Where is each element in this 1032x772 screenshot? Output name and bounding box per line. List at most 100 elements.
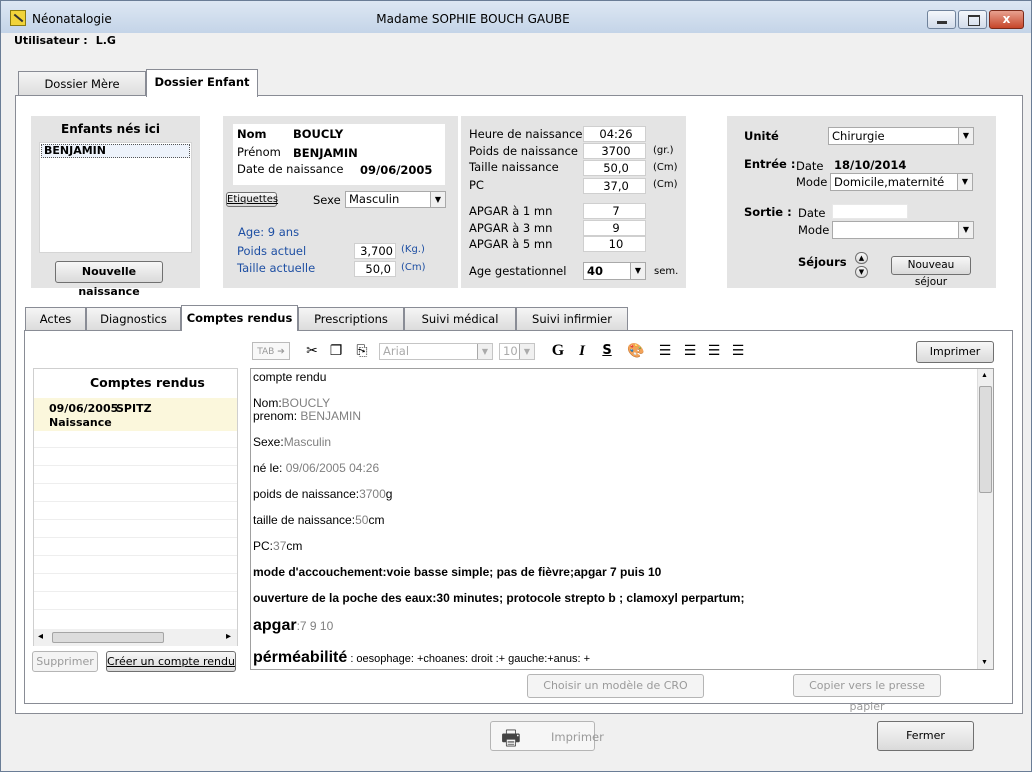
strike-button[interactable]: S [599,342,615,360]
entree-mode-value: Domicile,maternité [834,175,945,189]
entree-date-value: 18/10/2014 [834,158,907,172]
tab-dossier-enfant[interactable]: Dossier Enfant [146,69,258,97]
etiquettes-button[interactable]: Etiquettes [226,192,278,207]
sortie-mode-label: Mode [798,223,830,237]
report-editor[interactable]: compte rendu Nom:BOUCLY prenom: BENJAMIN… [250,368,994,670]
copy-clipboard-button[interactable]: Copier vers le presse papier [793,674,941,713]
tab-insert-button[interactable]: TAB ➔ [252,342,290,360]
align-justify-icon[interactable]: ☰ [729,342,747,360]
apgar5-field[interactable]: 10 [583,236,646,252]
tab-diagnostics[interactable]: Diagnostics [86,307,181,330]
choose-model-button[interactable]: Choisir un modèle de CRO [527,674,704,698]
scroll-down-icon: ▼ [981,659,988,666]
dob-label: Date de naissance [237,162,344,176]
new-birth-button[interactable]: Nouvelle naissance [55,261,163,298]
font-select[interactable]: Arial ▼ [379,343,493,360]
chevron-up-icon: ▲ [858,254,865,262]
apgar3-field[interactable]: 9 [583,220,646,236]
poids-naissance-label: Poids de naissance [469,144,578,158]
taille-naissance-field[interactable]: 50,0 [583,160,646,176]
editor-line-mode: mode d'accouchement:voie basse simple; p… [253,565,662,579]
new-stay-button[interactable]: Nouveau séjour [891,256,971,288]
delete-report-button[interactable]: Supprimer [32,651,98,672]
poids-actuel-field[interactable]: 3,700 [354,243,396,259]
sortie-date-field[interactable] [832,204,908,219]
heure-naissance-field[interactable]: 04:26 [583,126,646,142]
sexe-select[interactable]: Masculin ▼ [345,191,446,208]
editor-vscroll[interactable]: ▲ ▼ [977,369,993,669]
editor-line-pc: PC:37cm [253,539,303,553]
font-size-value: 10 [503,344,518,358]
align-right-icon[interactable]: ☰ [705,342,723,360]
paste-icon[interactable]: ⎘ [353,342,371,360]
report-date: 09/06/2005 [49,402,119,415]
chevron-down-icon: ▼ [858,268,865,276]
close-window-button[interactable]: x [989,10,1024,29]
stay-prev-button[interactable]: ▲ [855,252,868,264]
editor-line-apgar: apgar:7 9 10 [253,617,334,634]
sortie-date-label: Date [798,206,826,220]
user-label: Utilisateur : [14,34,88,47]
taille-actuelle-field[interactable]: 50,0 [354,261,396,277]
poids-naissance-field[interactable]: 3700 [583,143,646,159]
align-left-icon[interactable]: ☰ [656,342,674,360]
age-gest-label: Age gestationnel [469,264,567,278]
editor-line-ne: né le: 09/06/2005 04:26 [253,461,380,475]
sortie-mode-select[interactable]: ▼ [832,221,974,239]
scroll-left-icon: ◂ [38,631,44,642]
editor-line-taille: taille de naissance:50cm [253,513,385,527]
entree-date-label: Date [796,159,824,173]
scroll-thumb[interactable] [52,632,164,643]
copy-icon[interactable]: ❐ [327,342,345,360]
editor-line-poche: ouverture de la poche des eaux:30 minute… [253,591,745,605]
poids-naissance-unit: (gr.) [653,145,674,156]
editor-scroll-thumb[interactable] [979,386,992,493]
font-size-select[interactable]: 10 ▼ [499,343,535,360]
sortie-label: Sortie : [744,205,792,219]
apgar1-field[interactable]: 7 [583,203,646,219]
printer-icon: 🖶 [501,726,521,750]
born-list-item[interactable]: BENJAMIN [41,144,190,158]
report-item[interactable]: 09/06/2005 SPITZ Naissance [34,398,237,431]
reports-list: Comptes rendus 09/06/2005 SPITZ Naissanc… [33,368,238,646]
tab-suivi-infirmier[interactable]: Suivi infirmier [516,307,628,330]
scroll-up-icon: ▲ [981,372,988,379]
scroll-right-icon: ▸ [226,631,232,642]
pc-field[interactable]: 37,0 [583,178,646,194]
unite-value: Chirurgie [832,129,885,143]
tab-actes[interactable]: Actes [25,307,86,330]
cut-icon[interactable]: ✂ [304,342,320,360]
close-button[interactable]: Fermer [877,721,974,751]
unite-select[interactable]: Chirurgie ▼ [828,127,974,145]
bold-button[interactable]: G [550,342,566,360]
maximize-button[interactable] [958,10,987,29]
stay-next-button[interactable]: ▼ [855,266,868,278]
palette-icon[interactable]: 🎨 [627,342,645,360]
minimize-button[interactable] [927,10,956,29]
tab-comptes-rendus[interactable]: Comptes rendus [181,305,298,331]
age-gest-select[interactable]: 40 ▼ [583,262,646,280]
editor-line-title: compte rendu [253,370,327,384]
reports-hscroll[interactable]: ◂ ▸ [34,629,237,646]
nom-value: BOUCLY [293,127,344,141]
dob-value: 09/06/2005 [360,163,433,177]
editor-line-nom: Nom:BOUCLY [253,396,331,410]
poids-actuel-unit: (Kg.) [401,244,425,255]
tab-suivi-medical[interactable]: Suivi médical [404,307,516,330]
tab-prescriptions[interactable]: Prescriptions [298,307,404,330]
reports-title: Comptes rendus [90,375,205,390]
print-button[interactable]: 🖶 Imprimer [490,721,604,751]
italic-button[interactable]: I [574,342,590,360]
align-center-icon[interactable]: ☰ [681,342,699,360]
create-report-button[interactable]: Créer un compte rendu [106,651,236,672]
apgar5-label: APGAR à 5 mn [469,237,553,251]
sejours-label: Séjours [798,255,847,269]
nom-label: Nom [237,127,267,141]
entree-mode-select[interactable]: Domicile,maternité ▼ [830,173,973,191]
taille-naissance-unit: (Cm) [653,162,678,173]
tab-dossier-mere[interactable]: Dossier Mère [18,71,146,97]
main-window: Néonatalogie Madame SOPHIE BOUCH GAUBE x… [0,0,1032,772]
editor-print-button[interactable]: Imprimer [916,341,994,363]
apgar1-label: APGAR à 1 mn [469,204,553,218]
chevron-down-icon: ▼ [958,128,973,144]
